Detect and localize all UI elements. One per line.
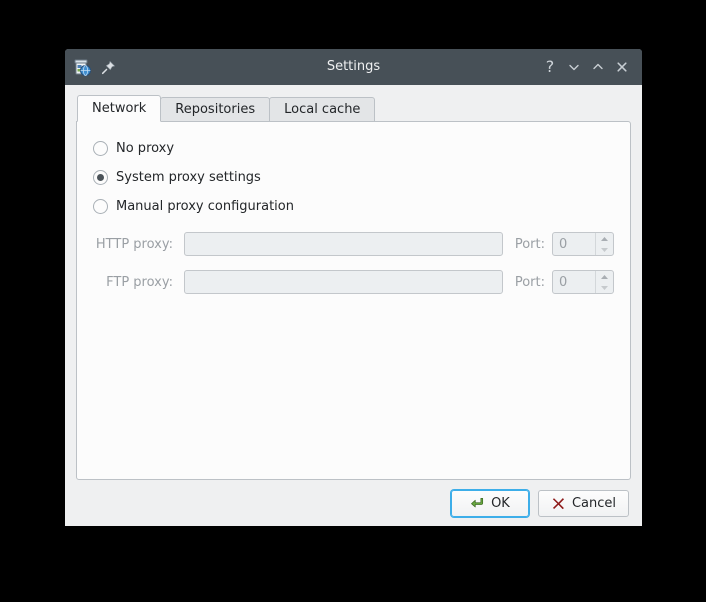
http-proxy-port-value: 0 (559, 236, 568, 252)
radio-manual-proxy-configuration[interactable]: Manual proxy configuration (93, 196, 614, 216)
tab-local-cache[interactable]: Local cache (269, 97, 376, 122)
radio-system-proxy-settings[interactable]: System proxy settings (93, 167, 614, 187)
ok-button[interactable]: OK (450, 489, 529, 517)
radio-no-proxy[interactable]: No proxy (93, 138, 614, 158)
http-proxy-input[interactable] (184, 232, 503, 256)
package-manager-icon (73, 58, 92, 77)
http-proxy-row: HTTP proxy: Port: 0 (93, 232, 614, 256)
radio-system-proxy-settings-label: System proxy settings (116, 169, 261, 185)
dialog-body: Network Repositories Local cache No prox… (65, 85, 642, 480)
close-button[interactable] (611, 55, 633, 79)
radio-no-proxy-indicator (93, 140, 108, 156)
http-proxy-port-label: Port: (514, 236, 545, 252)
radio-manual-proxy-configuration-indicator (93, 198, 108, 214)
radio-no-proxy-label: No proxy (116, 140, 175, 156)
ok-check-arrow-icon (470, 496, 485, 511)
http-proxy-port-down-icon[interactable] (596, 244, 613, 255)
pin-icon[interactable] (101, 60, 116, 75)
network-tab-panel: No proxy System proxy settings Manual pr… (76, 121, 631, 480)
ftp-proxy-input[interactable] (184, 270, 503, 294)
ftp-proxy-port-up-icon[interactable] (596, 271, 613, 282)
ftp-proxy-port-value: 0 (559, 274, 568, 290)
ftp-proxy-label: FTP proxy: (106, 274, 173, 290)
http-proxy-port-stepper[interactable]: 0 (552, 232, 614, 256)
tab-network[interactable]: Network (77, 95, 162, 122)
help-button[interactable]: ? (539, 55, 561, 79)
radio-system-proxy-settings-indicator (93, 169, 108, 185)
title-bar[interactable]: Settings ? (65, 49, 642, 85)
settings-dialog: Settings ? Network Repositories Local ca… (65, 49, 642, 526)
radio-manual-proxy-configuration-label: Manual proxy configuration (116, 198, 294, 214)
maximize-button[interactable] (587, 55, 609, 79)
window-controls: ? (539, 55, 642, 79)
ftp-proxy-port-label: Port: (514, 274, 545, 290)
cancel-button-label: Cancel (571, 495, 616, 511)
proxy-form: HTTP proxy: Port: 0 FTP proxy: Port: 0 (93, 232, 614, 294)
tab-bar: Network Repositories Local cache (76, 95, 631, 122)
title-bar-left-icons (65, 58, 116, 77)
ftp-proxy-row: FTP proxy: Port: 0 (93, 270, 614, 294)
http-proxy-port-buttons (595, 233, 613, 255)
minimize-button[interactable] (563, 55, 585, 79)
ftp-proxy-port-buttons (595, 271, 613, 293)
cancel-x-icon (551, 496, 566, 511)
tab-repositories[interactable]: Repositories (160, 97, 271, 122)
cancel-button[interactable]: Cancel (537, 489, 629, 517)
ok-button-label: OK (491, 495, 510, 511)
dialog-footer: OK Cancel (65, 480, 642, 526)
http-proxy-label: HTTP proxy: (95, 236, 173, 252)
ftp-proxy-port-stepper[interactable]: 0 (552, 270, 614, 294)
ftp-proxy-port-down-icon[interactable] (596, 282, 613, 293)
http-proxy-port-up-icon[interactable] (596, 233, 613, 244)
